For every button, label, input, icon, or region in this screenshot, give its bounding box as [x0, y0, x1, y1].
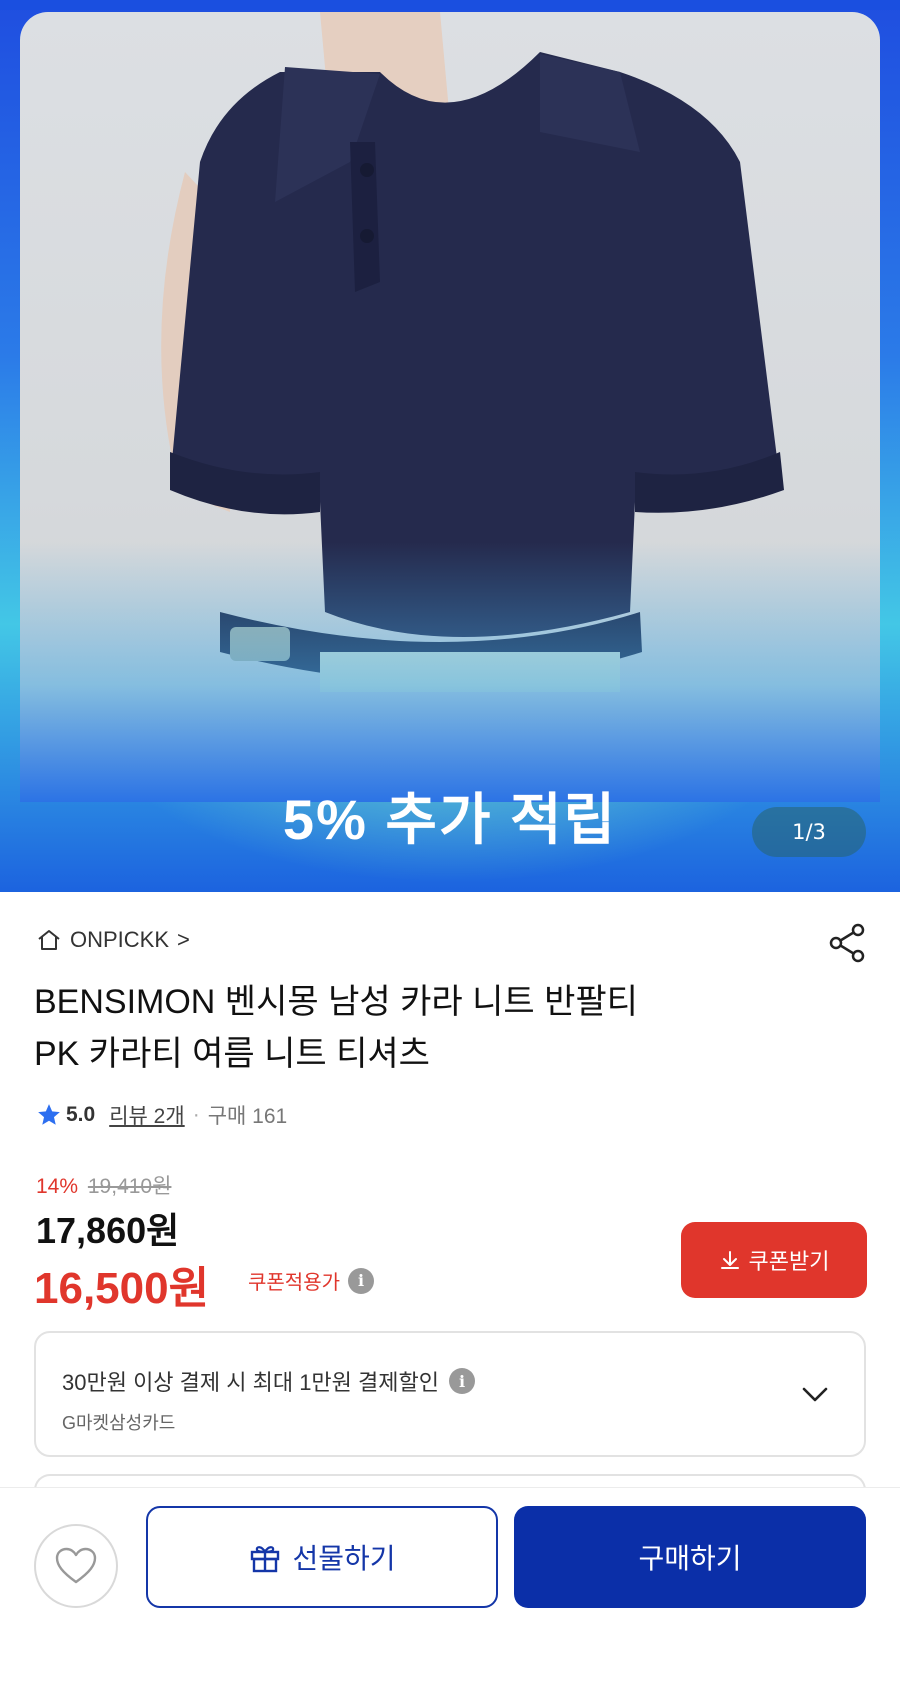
sale-price: 17,860원	[36, 1210, 180, 1251]
product-title-line-2: PK 카라티 여름 니트 티셔츠	[34, 1035, 430, 1073]
gift-button[interactable]: 선물하기	[146, 1506, 498, 1608]
coupon-price-label: 쿠폰적용가 i	[248, 1266, 374, 1295]
chevron-down-icon[interactable]	[798, 1377, 832, 1411]
photo-gradient-overlay	[20, 542, 880, 802]
discount-row: 14% 19,410원	[36, 1170, 171, 1200]
card-offer-main: 30만원 이상 결제 시 최대 1만원 결제할인 i	[62, 1365, 475, 1397]
separator-dot: ·	[192, 1103, 200, 1126]
bottom-action-bar: 선물하기 구매하기	[0, 1487, 900, 1698]
gift-icon	[251, 1546, 280, 1573]
download-icon	[720, 1251, 739, 1269]
reviews-link[interactable]: 리뷰 2개	[109, 1100, 184, 1130]
store-name: ONPICKK	[70, 927, 170, 952]
product-title: BENSIMON 벤시몽 남성 카라 니트 반팔티 PK 카라티 여름 니트 티…	[34, 976, 814, 1080]
rating-value: 5.0	[66, 1103, 96, 1126]
original-price: 19,410원	[87, 1175, 172, 1198]
coupon-price-label-text: 쿠폰적용가	[248, 1272, 340, 1294]
card-discount-offer[interactable]: 30만원 이상 결제 시 최대 1만원 결제할인 i G마켓삼성카드	[34, 1331, 866, 1457]
product-photo[interactable]	[20, 12, 880, 802]
home-icon	[38, 930, 60, 950]
banner-top-edge	[0, 0, 900, 10]
get-coupon-label: 쿠폰받기	[748, 1249, 830, 1274]
heart-icon	[55, 1547, 97, 1584]
share-icon	[829, 923, 865, 963]
rating-row: 5.0 리뷰 2개 · 구매 161	[36, 1100, 287, 1130]
star-icon	[38, 1104, 60, 1125]
product-image-carousel[interactable]: 5% 추가 적립 1/3	[0, 0, 900, 892]
buy-button[interactable]: 구매하기	[514, 1506, 866, 1608]
purchase-count: 구매 161	[207, 1105, 288, 1128]
coupon-price: 16,500원	[34, 1264, 210, 1313]
share-button[interactable]	[826, 921, 870, 965]
product-title-line-1: BENSIMON 벤시몽 남성 카라 니트 반팔티	[34, 983, 638, 1021]
card-offer-issuer: G마켓삼성카드	[62, 1413, 176, 1433]
card-offer-text: 30만원 이상 결제 시 최대 1만원 결제할인	[62, 1370, 439, 1395]
carousel-page-indicator: 1/3	[752, 807, 866, 857]
info-icon[interactable]: i	[448, 1368, 475, 1394]
buy-button-label: 구매하기	[638, 1543, 742, 1574]
gift-button-label: 선물하기	[292, 1543, 396, 1574]
store-link[interactable]: ONPICKK >	[36, 927, 190, 953]
chevron-right-icon: >	[177, 927, 190, 952]
wishlist-button[interactable]	[34, 1524, 118, 1608]
get-coupon-button[interactable]: 쿠폰받기	[681, 1222, 867, 1298]
discount-rate: 14%	[36, 1175, 79, 1198]
info-icon[interactable]: i	[348, 1267, 374, 1294]
